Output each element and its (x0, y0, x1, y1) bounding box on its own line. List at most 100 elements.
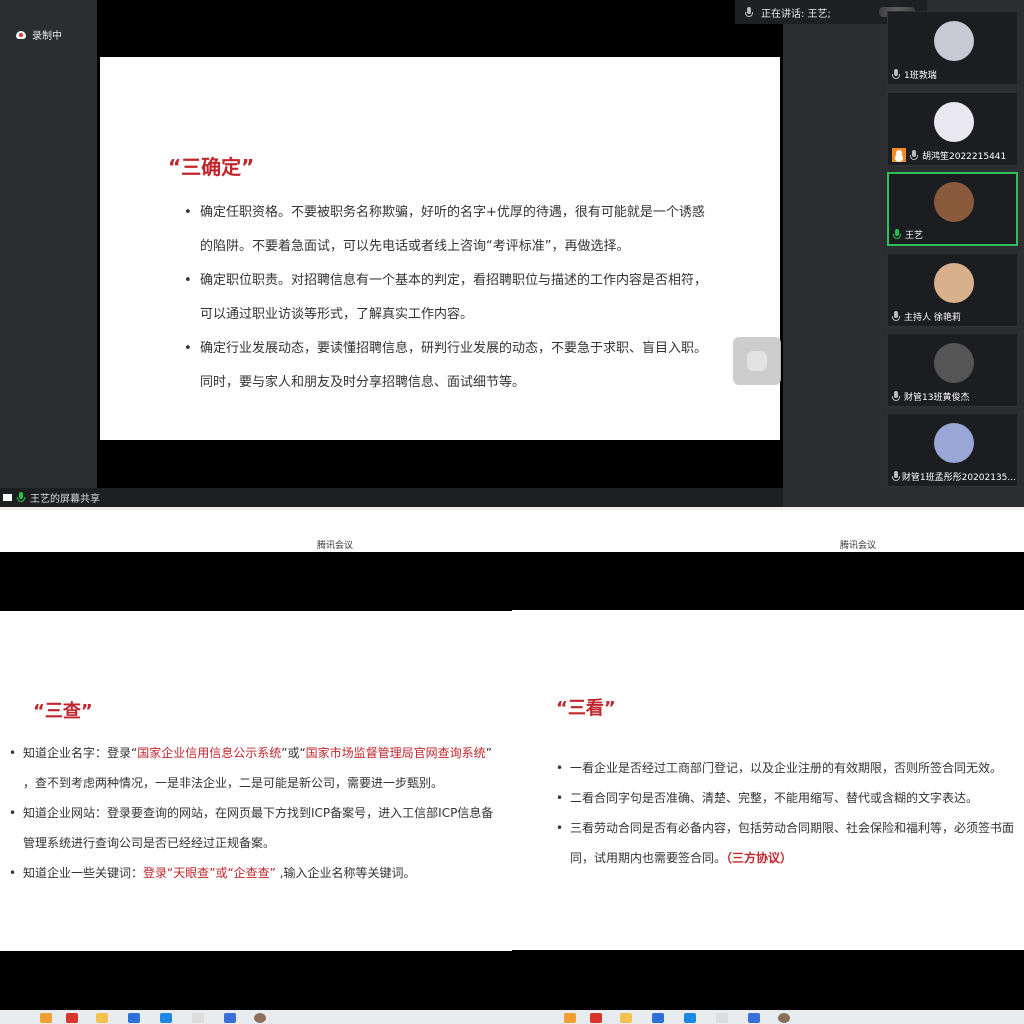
participant-name: 1班敦瑞 (904, 71, 937, 81)
participant-tile[interactable]: 主持人 徐艳莉 (887, 253, 1018, 327)
list-item-cont: 同，试用期内也需要签合同。（三方协议） (570, 843, 1014, 873)
bullet-line: 的陷阱。不要着急面试，可以先电话或者线上咨询“考评标准”，再做选择。 (200, 239, 630, 254)
app-icon[interactable] (40, 1013, 52, 1023)
list-item: 知道企业一些关键词：登录“天眼查”或“企查查” ,输入企业名称等关键词。 (9, 858, 493, 888)
text: ，查不到考虑两种情况，一是非法企业，二是可能是新公司，需要进一步甄别。 (23, 776, 444, 790)
recording-indicator[interactable]: 录制中 (16, 27, 62, 42)
app-title: 腾讯会议 (317, 541, 354, 551)
cohost-icon (892, 148, 906, 162)
screen-share-icon (3, 494, 12, 501)
avatar (934, 21, 974, 61)
participant-label: 胡鸿笙2022215441 (892, 148, 1006, 162)
list-item-cont: 管理系统进行查询公司是否已经经过正规备案。 (23, 828, 493, 858)
participant-name: 主持人 徐艳莉 (904, 313, 961, 323)
app-icon[interactable] (160, 1013, 172, 1023)
highlight-text: 登录“天眼查”或“企查查” (143, 866, 276, 880)
screenshot-panel-left: 腾讯会议 “三查” 知道企业名字：登录“国家企业信用信息公示系统”或“国家市场监… (0, 507, 512, 1024)
avatar (934, 343, 974, 383)
slide-bullet: 确定任职资格。不要被职务名称欺骗，好听的名字+优厚的待遇，很有可能就是一个诱惑的… (184, 196, 780, 264)
text: 一看企业是否经过工商部门登记，以及企业注册的有效期限，否则所签合同无效。 (570, 761, 1003, 775)
folder-icon[interactable] (96, 1013, 108, 1023)
taskbar (512, 1010, 1024, 1024)
app-title: 腾讯会议 (840, 541, 877, 551)
list-item: 知道企业网站：登录要查询的网站，在网页最下方找到ICP备案号，进入工信部ICP信… (9, 798, 494, 828)
text: ,输入企业名称等关键词。 (275, 866, 416, 880)
highlight-text: 国家企业信用信息公示系统 (137, 746, 282, 760)
text: 知道企业名字：登录“ (23, 746, 138, 760)
floating-assist-button[interactable] (733, 337, 781, 385)
participant-label: 王艺 (893, 228, 923, 241)
participant-label: 财管1班孟彤彤20202135... (892, 470, 1016, 483)
shared-slide: “三确定” 确定任职资格。不要被职务名称欺骗，好听的名字+优厚的待遇，很有可能就… (100, 57, 780, 440)
bullet-line: 可以通过职业访谈等形式，了解真实工作内容。 (200, 307, 474, 322)
slide-title: “三看” (556, 698, 616, 719)
participant-name: 胡鸿笙2022215441 (922, 151, 1007, 162)
app-icon[interactable] (254, 1013, 266, 1023)
participant-label: 1班敦瑞 (892, 68, 937, 81)
bullet-line: 确定任职资格。不要被职务名称欺骗，好听的名字+优厚的待遇，很有可能就是一个诱惑 (200, 205, 705, 220)
participant-tile[interactable]: 财管1班孟彤彤20202135... (887, 413, 1018, 487)
participant-tile[interactable]: 财管13班黄俊杰 (887, 333, 1018, 407)
text: 三看劳动合同是否有必备内容，包括劳动合同期限、社会保险和福利等，必须签书面 (570, 821, 1015, 835)
cloud-record-icon (16, 30, 26, 39)
mic-muted-icon (892, 391, 900, 402)
participant-name: 财管1班孟彤彤20202135... (901, 473, 1016, 483)
taskbar (0, 1010, 512, 1024)
participant-label: 财管13班黄俊杰 (892, 390, 969, 403)
slide-bullet: 确定行业发展动态，要读懂招聘信息，研判行业发展的动态，不要急于求职、盲目入职。同… (184, 332, 780, 400)
avatar (934, 263, 974, 303)
left-sidebar (0, 0, 97, 490)
screen-share-bar: 王艺的屏幕共享 (0, 488, 880, 507)
app-icon[interactable] (564, 1013, 576, 1023)
app-icon[interactable] (652, 1013, 664, 1023)
text: ”或“ (281, 746, 306, 760)
mic-muted-icon (892, 69, 900, 80)
recording-label: 录制中 (32, 31, 62, 42)
bullet-line: 同时，要与家人和朋友及时分享招聘信息、面试细节等。 (200, 375, 526, 390)
list-item-cont: ，查不到考虑两种情况，一是非法企业，二是可能是新公司，需要进一步甄别。 (23, 768, 493, 798)
mic-muted-icon (910, 149, 918, 161)
speaker-mic-icon (745, 6, 753, 18)
list-item: 二看合同字句是否准确、清楚、完整，不能用缩写、替代或含糊的文字表达。 (556, 783, 1014, 813)
app-titlebar: 腾讯会议 (512, 507, 1024, 552)
list-item: 知道企业名字：登录“国家企业信用信息公示系统”或“国家市场监督管理局官网查询系统… (9, 738, 493, 768)
list-item: 三看劳动合同是否有必备内容，包括劳动合同期限、社会保险和福利等，必须签书面 (556, 813, 1015, 843)
participant-name: 财管13班黄俊杰 (904, 393, 970, 403)
highlight-text: （三方协议） (726, 851, 793, 865)
highlight-text: 国家市场监督管理局官网查询系统 (305, 746, 486, 760)
mic-muted-icon (892, 471, 900, 482)
text: ” (485, 746, 492, 760)
app-icon[interactable] (684, 1013, 696, 1023)
text: 知道企业网站：登录要查询的网站，在网页最下方找到ICP备案号，进入工信部ICP信… (23, 806, 494, 820)
list-item: 一看企业是否经过工商部门登记，以及企业注册的有效期限，否则所签合同无效。 (556, 753, 1014, 783)
app-titlebar: 腾讯会议 (0, 507, 512, 552)
app-icon[interactable] (66, 1013, 78, 1023)
app-icon[interactable] (128, 1013, 140, 1023)
participant-tile-active[interactable]: 王艺 (887, 172, 1018, 246)
speaking-label: 正在讲话: 王艺; (761, 8, 831, 20)
text: 同，试用期内也需要签合同。 (570, 851, 727, 865)
bullet-line: 确定行业发展动态，要读懂招聘信息，研判行业发展的动态，不要急于求职、盲目入职。 (200, 341, 708, 356)
app-icon[interactable] (192, 1013, 204, 1023)
participant-name: 王艺 (905, 231, 924, 241)
screenshot-panel-right: 腾讯会议 “三看” 一看企业是否经过工商部门登记，以及企业注册的有效期限，否则所… (512, 507, 1024, 1024)
slide-title: “三确定” (168, 155, 255, 179)
avatar (934, 182, 974, 222)
app-icon[interactable] (748, 1013, 760, 1023)
mic-muted-icon (892, 311, 900, 322)
slide-bullets: 确定任职资格。不要被职务名称欺骗，好听的名字+优厚的待遇，很有可能就是一个诱惑的… (184, 196, 780, 400)
participant-label: 主持人 徐艳莉 (892, 310, 961, 323)
app-icon[interactable] (716, 1013, 728, 1023)
slide-title: “三查” (33, 701, 93, 722)
app-icon[interactable] (224, 1013, 236, 1023)
app-icon[interactable] (590, 1013, 602, 1023)
participant-tile[interactable]: 1班敦瑞 (887, 11, 1018, 85)
slide-bullets: 知道企业名字：登录“国家企业信用信息公示系统”或“国家市场监督管理局官网查询系统… (9, 738, 494, 888)
slide-bullets: 一看企业是否经过工商部门登记，以及企业注册的有效期限，否则所签合同无效。 二看合… (556, 753, 1015, 873)
app-icon[interactable] (778, 1013, 790, 1023)
slide-content: “三查” 知道企业名字：登录“国家企业信用信息公示系统”或“国家市场监督管理局官… (0, 611, 512, 951)
text: 二看合同字句是否准确、清楚、完整，不能用缩写、替代或含糊的文字表达。 (570, 791, 979, 805)
slide-content: “三看” 一看企业是否经过工商部门登记，以及企业注册的有效期限，否则所签合同无效… (512, 610, 1024, 950)
folder-icon[interactable] (620, 1013, 632, 1023)
participant-tile[interactable]: 胡鸿笙2022215441 (887, 92, 1018, 166)
